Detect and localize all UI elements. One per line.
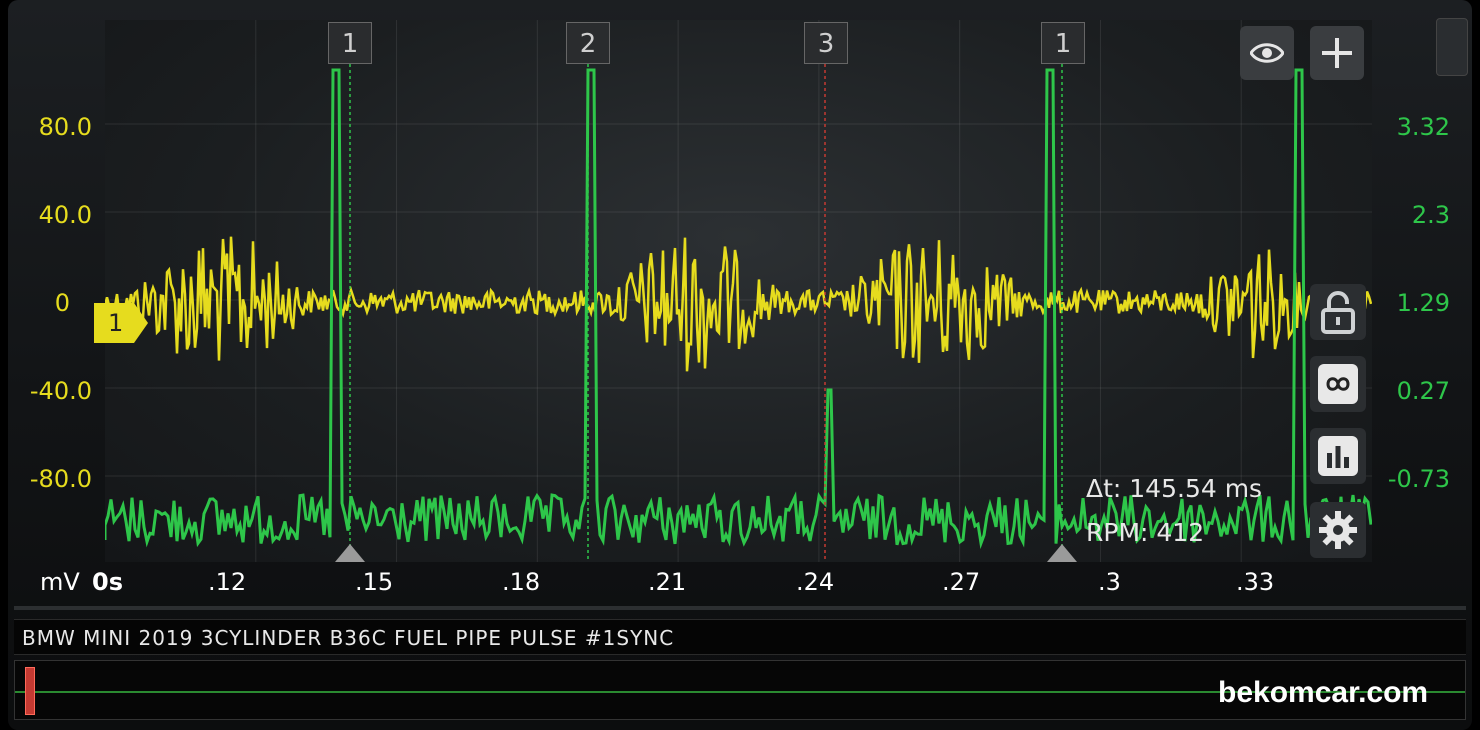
x-tick-4: .21	[648, 568, 687, 596]
gear-icon	[1319, 511, 1357, 549]
x-tick-3: .18	[502, 568, 541, 596]
x-tick-1: .12	[208, 568, 247, 596]
right-tick-5: -0.73	[1387, 465, 1450, 493]
eye-icon	[1250, 43, 1284, 63]
add-button[interactable]	[1310, 26, 1364, 80]
trigger-channel-label: 1	[108, 309, 124, 337]
left-tick-4: -40.0	[29, 377, 92, 405]
lock-button[interactable]	[1310, 284, 1366, 340]
right-tick-2: 2.3	[1411, 201, 1450, 229]
settings-button[interactable]	[1310, 502, 1366, 558]
capture-title: BMW MINI 2019 3CYLINDER B36C FUEL PIPE P…	[14, 619, 1466, 655]
channel-a-trace	[105, 236, 1372, 372]
lock-open-icon	[1321, 291, 1355, 334]
cursor-marker-3[interactable]: 3	[804, 22, 848, 64]
left-tick-1: 80.0	[38, 113, 92, 141]
divider	[14, 606, 1466, 610]
rpm-readout: RPM: 412	[1086, 518, 1205, 547]
y-unit-label: mV	[40, 568, 80, 596]
left-tick-5: -80.0	[29, 465, 92, 493]
overview-position-handle[interactable]	[25, 667, 35, 715]
visibility-button[interactable]	[1240, 26, 1294, 80]
delta-t-readout: Δt: 145.54 ms	[1086, 474, 1263, 503]
x-tick-5: .24	[796, 568, 835, 596]
plus-icon	[1322, 38, 1352, 68]
right-tick-1: 3.32	[1396, 113, 1450, 141]
drawer-handle[interactable]	[1436, 18, 1468, 76]
persistence-button[interactable]	[1310, 356, 1366, 412]
infinity-icon	[1318, 364, 1358, 404]
x-tick-6: .27	[942, 568, 981, 596]
cursor-marker-1[interactable]: 1	[328, 22, 372, 64]
x-tick-8: .33	[1236, 568, 1275, 596]
measurements-button[interactable]	[1310, 428, 1366, 484]
watermark: bekomcar.com	[1218, 676, 1429, 709]
cursor-handle[interactable]	[1047, 544, 1077, 562]
right-tick-4: 0.27	[1396, 377, 1450, 405]
left-tick-2: 40.0	[38, 201, 92, 229]
left-tick-3: 0	[54, 289, 70, 317]
x-tick-0: 0s	[92, 568, 123, 596]
bar-chart-icon	[1318, 436, 1358, 476]
cursor-marker-2[interactable]: 2	[566, 22, 610, 64]
trigger-marker[interactable]: 1	[94, 303, 148, 343]
cursor-handle[interactable]	[335, 544, 365, 562]
x-tick-2: .15	[355, 568, 394, 596]
cursor-marker-4[interactable]: 1	[1041, 22, 1085, 64]
right-tick-3: 1.29	[1396, 289, 1450, 317]
x-tick-7: .3	[1098, 568, 1121, 596]
